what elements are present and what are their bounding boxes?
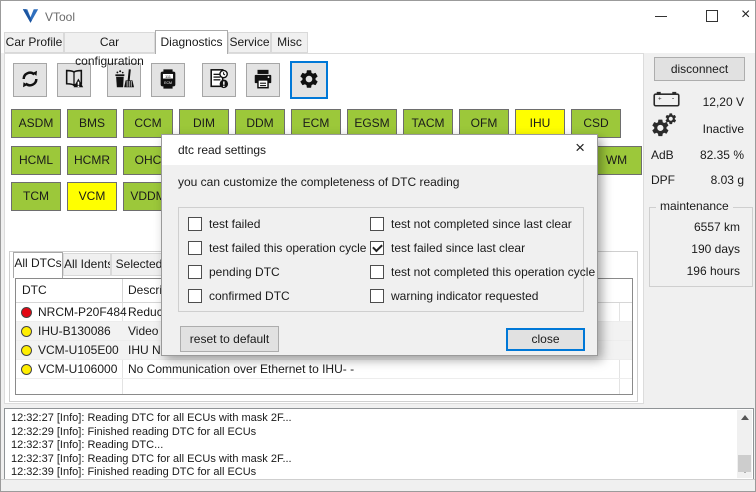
clean-broom-icon	[113, 68, 135, 93]
checkbox-not-completed-since-clear[interactable]	[370, 217, 384, 231]
tab-misc[interactable]: Misc	[271, 32, 308, 53]
svg-text:111: 111	[165, 73, 172, 78]
regeneration-status-value: Inactive	[703, 122, 744, 136]
tab-selected[interactable]: Selected	[111, 253, 167, 276]
reset-to-default-button[interactable]: reset to default	[180, 326, 279, 352]
checkbox-test-failed-this-cycle[interactable]	[188, 241, 202, 255]
adb-label: AdB	[651, 148, 674, 162]
ecu-button-vcm[interactable]: VCM	[67, 182, 117, 211]
status-strip	[1, 479, 755, 491]
checkbox-pending-dtc[interactable]	[188, 265, 202, 279]
tab-car-profile[interactable]: Car Profile	[4, 32, 64, 53]
dtc-report-button[interactable]	[202, 63, 236, 97]
ecu-button-tcm[interactable]: TCM	[11, 182, 61, 211]
adb-value: 82.35 %	[700, 148, 744, 162]
refresh-button[interactable]	[13, 63, 47, 97]
app-window: VTool × Car Profile Car configuration Di…	[0, 0, 756, 492]
ecu-button-bms[interactable]: BMS	[67, 109, 117, 138]
dtc-read-settings-dialog: dtc read settings × you can customize th…	[161, 134, 598, 356]
status-dot	[21, 326, 32, 337]
maintenance-title: maintenance	[656, 199, 733, 213]
checkbox-failed-since-clear[interactable]	[370, 241, 384, 255]
window-title: VTool	[45, 10, 75, 24]
ecu-button-hcml[interactable]: HCML	[11, 146, 61, 175]
log-line: 12:32:39 [Info]: Finished reading DTC fo…	[5, 466, 737, 480]
dialog-close-button[interactable]: close	[506, 328, 585, 351]
checkbox-not-completed-this-cycle[interactable]	[370, 265, 384, 279]
report-clock-icon	[208, 68, 230, 93]
status-dot	[21, 364, 32, 375]
svg-text:ECM: ECM	[164, 80, 172, 84]
scroll-up-icon[interactable]	[741, 415, 749, 420]
status-dot	[21, 345, 32, 356]
printer-icon	[252, 68, 274, 93]
checkbox-warning-indicator[interactable]	[370, 289, 384, 303]
scrollbar-thumb[interactable]	[738, 455, 751, 472]
disconnect-button[interactable]: disconnect	[654, 57, 745, 81]
checkbox-test-failed[interactable]	[188, 217, 202, 231]
log-panel: 12:32:27 [Info]: Reading DTC for all ECU…	[4, 408, 754, 480]
ecu-module-button[interactable]: 111 ECM	[151, 63, 185, 97]
tab-diagnostics[interactable]: Diagnostics	[155, 30, 228, 54]
tab-all-idents[interactable]: All Idents	[63, 253, 111, 276]
tab-service[interactable]: Service	[228, 32, 271, 53]
book-warning-icon	[63, 68, 85, 93]
dialog-title-bar: dtc read settings ×	[162, 135, 597, 165]
maintenance-group: maintenance 6557 km 190 days 196 hours	[649, 207, 753, 287]
refresh-icon	[19, 68, 41, 93]
dpf-value: 8.03 g	[711, 173, 744, 187]
tab-all-dtcs[interactable]: All DTCs	[13, 252, 63, 278]
maintenance-hours: 196 hours	[687, 264, 740, 278]
ecu-button-hcmr[interactable]: HCMR	[67, 146, 117, 175]
ecu-button-asdm[interactable]: ASDM	[11, 109, 61, 138]
table-row[interactable]: VCM-U106000 No Communication over Ethern…	[16, 360, 632, 379]
maximize-icon[interactable]	[706, 10, 718, 22]
ecu-button-wm[interactable]: WM	[591, 146, 642, 175]
log-scrollbar[interactable]	[737, 410, 752, 478]
status-dot	[21, 307, 32, 318]
log-line: 12:32:37 [Info]: Reading DTC for all ECU…	[5, 453, 737, 467]
checkbox-confirmed-dtc[interactable]	[188, 289, 202, 303]
log-lines: 12:32:27 [Info]: Reading DTC for all ECU…	[5, 412, 737, 480]
ecu-module-icon: 111 ECM	[157, 68, 179, 93]
maintenance-days: 190 days	[691, 242, 740, 256]
maintenance-km: 6557 km	[694, 220, 740, 234]
settings-button[interactable]	[290, 61, 328, 99]
log-line: 12:32:27 [Info]: Reading DTC for all ECU…	[5, 412, 737, 426]
dpf-label: DPF	[651, 173, 675, 187]
dialog-description: you can customize the completeness of DT…	[178, 175, 459, 189]
print-button[interactable]	[246, 63, 280, 97]
battery-voltage-value: 12,20 V	[703, 95, 744, 109]
dialog-title: dtc read settings	[178, 135, 266, 165]
battery-icon: + -	[653, 91, 680, 110]
column-header-dtc[interactable]: DTC	[22, 279, 47, 302]
svg-text:-: -	[672, 94, 675, 102]
gear-icon	[298, 68, 320, 93]
log-line: 12:32:37 [Info]: Reading DTC...	[5, 439, 737, 453]
dialog-close-icon[interactable]: ×	[575, 138, 585, 158]
svg-text:+: +	[658, 95, 662, 102]
minimize-icon[interactable]	[655, 16, 667, 17]
app-logo-icon	[22, 8, 39, 27]
log-line: 12:32:29 [Info]: Finished reading DTC fo…	[5, 426, 737, 440]
gears-status-icon	[650, 112, 680, 143]
close-icon[interactable]: ×	[741, 6, 750, 24]
tab-car-configuration[interactable]: Car configuration	[64, 32, 155, 53]
